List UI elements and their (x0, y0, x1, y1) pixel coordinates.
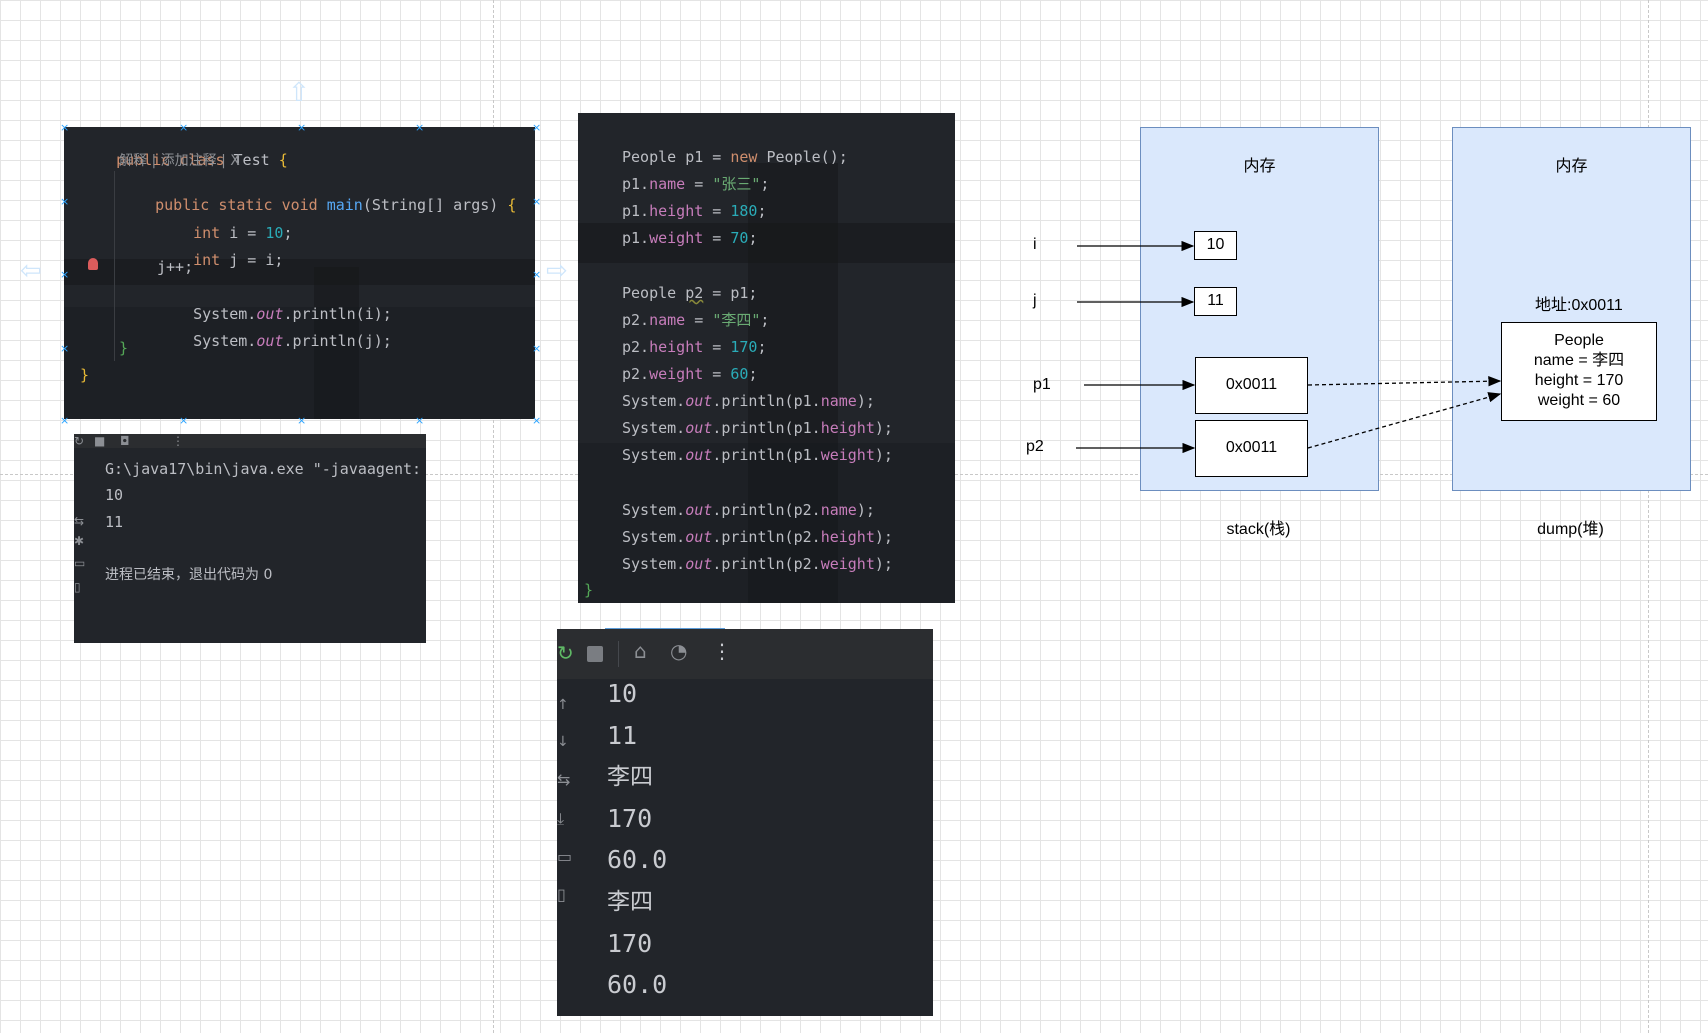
reference-arrow-p1 (1307, 376, 1502, 387)
diagram-arrows (1076, 240, 1502, 454)
reference-arrow-p2 (1307, 392, 1502, 449)
